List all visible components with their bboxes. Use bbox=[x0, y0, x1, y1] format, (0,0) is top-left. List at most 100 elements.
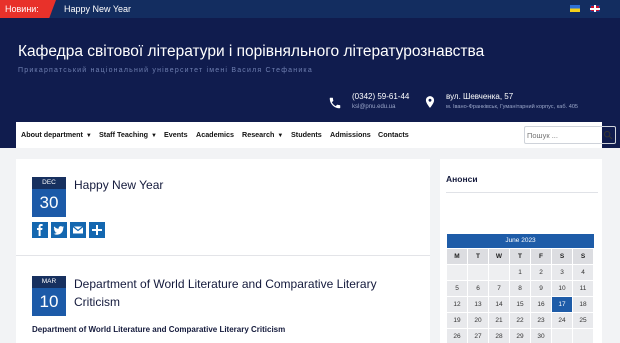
nav-item-research[interactable]: Research ▼ bbox=[242, 122, 283, 148]
calendar-day[interactable]: 16 bbox=[531, 297, 551, 312]
calendar-day[interactable]: 9 bbox=[531, 281, 551, 296]
calendar-weekday-row: M T W T F S S bbox=[447, 248, 594, 264]
calendar-day[interactable]: 6 bbox=[468, 281, 488, 296]
calendar-today[interactable]: 17 bbox=[552, 297, 572, 312]
nav-item-staff-teaching[interactable]: Staff Teaching ▼ bbox=[99, 122, 157, 148]
calendar-day[interactable]: 12 bbox=[447, 297, 467, 312]
main-content: DEC 30 Happy New Year MAR 10 Department … bbox=[16, 159, 430, 343]
full-address: м. Івано-Франківськ, Гуманітарний корпус… bbox=[446, 104, 579, 110]
nav-item-students[interactable]: Students bbox=[291, 122, 322, 148]
facebook-icon[interactable] bbox=[32, 222, 48, 238]
calendar-day[interactable]: 10 bbox=[552, 281, 572, 296]
calendar-day[interactable]: 25 bbox=[573, 313, 593, 328]
nav-item-about-department[interactable]: About department ▼ bbox=[21, 122, 92, 148]
post-item: DEC 30 Happy New Year bbox=[32, 177, 412, 267]
weekday-header: T bbox=[510, 249, 530, 264]
nav-label: Staff Teaching bbox=[99, 130, 148, 139]
post-day: 30 bbox=[39, 193, 59, 212]
ticker-label: Новини: bbox=[0, 0, 56, 18]
calendar-day[interactable]: 5 bbox=[447, 281, 467, 296]
nav-label: Academics bbox=[196, 130, 234, 139]
map-pin-icon bbox=[425, 96, 435, 108]
nav-label: About department bbox=[21, 130, 83, 139]
calendar-day[interactable]: 24 bbox=[552, 313, 572, 328]
calendar-week-row: 5 6 7 8 9 10 11 bbox=[447, 280, 594, 296]
nav-item-contacts[interactable]: Contacts bbox=[378, 122, 409, 148]
calendar-day[interactable]: 20 bbox=[468, 313, 488, 328]
nav-label: Admissions bbox=[330, 130, 371, 139]
nav-label: Students bbox=[291, 130, 322, 139]
chevron-down-icon: ▼ bbox=[151, 133, 157, 139]
calendar-day[interactable]: 3 bbox=[552, 265, 572, 280]
nav-item-academics[interactable]: Academics bbox=[196, 122, 234, 148]
nav-label: Events bbox=[164, 130, 188, 139]
post-excerpt: Department of World Literature and Compa… bbox=[32, 325, 286, 334]
ukrainian-flag-icon[interactable] bbox=[570, 5, 580, 12]
site-subtitle: Прикарпатський національний університет … bbox=[18, 67, 313, 74]
phone-icon bbox=[329, 97, 341, 109]
calendar-empty-cell bbox=[489, 265, 509, 280]
calendar-day[interactable]: 1 bbox=[510, 265, 530, 280]
calendar-week-row: 19 20 21 22 23 24 25 bbox=[447, 312, 594, 328]
site-title[interactable]: Кафедра світової літератури і порівняльн… bbox=[18, 43, 484, 61]
calendar-day[interactable]: 15 bbox=[510, 297, 530, 312]
calendar-day[interactable]: 2 bbox=[531, 265, 551, 280]
calendar-body: 1 2 3 4 5 6 7 8 9 10 11 12 13 14 15 16 17 18 19 20 21 22 23 24 2… bbox=[447, 264, 594, 343]
calendar-day[interactable]: 23 bbox=[531, 313, 551, 328]
calendar-week-row: 12 13 14 15 16 17 18 bbox=[447, 296, 594, 312]
calendar-day[interactable]: 27 bbox=[468, 329, 488, 343]
post-month: DEC bbox=[32, 177, 66, 189]
calendar-day[interactable]: 13 bbox=[468, 297, 488, 312]
weekday-header: T bbox=[468, 249, 488, 264]
calendar-day[interactable]: 18 bbox=[573, 297, 593, 312]
email-icon[interactable] bbox=[70, 222, 86, 238]
calendar-day[interactable]: 29 bbox=[510, 329, 530, 343]
calendar-day[interactable]: 14 bbox=[489, 297, 509, 312]
widget-title: Анонси bbox=[446, 174, 478, 184]
calendar-day[interactable]: 4 bbox=[573, 265, 593, 280]
calendar-day[interactable]: 8 bbox=[510, 281, 530, 296]
nav-label: Contacts bbox=[378, 130, 409, 139]
ticker-headline-link[interactable]: Happy New Year bbox=[64, 0, 131, 18]
calendar-day[interactable]: 11 bbox=[573, 281, 593, 296]
widget-divider bbox=[446, 192, 598, 193]
post-title[interactable]: Happy New Year bbox=[74, 178, 163, 192]
calendar-empty-cell bbox=[552, 329, 572, 343]
nav-label: Research bbox=[242, 130, 275, 139]
nav-item-events[interactable]: Events bbox=[164, 122, 188, 148]
calendar-week-row: 26 27 28 29 30 bbox=[447, 328, 594, 343]
calendar-day[interactable]: 22 bbox=[510, 313, 530, 328]
calendar-empty-cell bbox=[447, 265, 467, 280]
post-date-badge: DEC 30 bbox=[32, 177, 66, 217]
main-nav: About department ▼ Staff Teaching ▼ Events… bbox=[16, 122, 616, 148]
calendar-empty-cell bbox=[573, 329, 593, 343]
post-divider bbox=[16, 255, 430, 256]
weekday-header: S bbox=[573, 249, 593, 264]
english-flag-icon[interactable] bbox=[590, 5, 600, 12]
email-link[interactable]: ksl@pnu.edu.ua bbox=[352, 104, 395, 110]
search-icon[interactable] bbox=[603, 130, 613, 140]
search-box bbox=[524, 126, 616, 144]
calendar-day[interactable]: 19 bbox=[447, 313, 467, 328]
phone-number: (0342) 59-61-44 bbox=[352, 92, 410, 101]
twitter-icon[interactable] bbox=[51, 222, 67, 238]
share-buttons bbox=[32, 222, 124, 238]
weekday-header: S bbox=[552, 249, 572, 264]
weekday-header: W bbox=[489, 249, 509, 264]
calendar-day[interactable]: 30 bbox=[531, 329, 551, 343]
calendar-day[interactable]: 26 bbox=[447, 329, 467, 343]
sidebar: Анонси June 2023 M T W T F S S 123456789… bbox=[440, 159, 602, 343]
post-date-badge: MAR 10 bbox=[32, 276, 66, 316]
calendar-day[interactable]: 21 bbox=[489, 313, 509, 328]
nav-item-admissions[interactable]: Admissions bbox=[330, 122, 371, 148]
post-month: MAR bbox=[32, 276, 66, 288]
calendar-day[interactable]: 7 bbox=[489, 281, 509, 296]
news-ticker: Новини: Happy New Year bbox=[0, 0, 620, 18]
share-plus-icon[interactable] bbox=[89, 222, 105, 238]
calendar-day[interactable]: 28 bbox=[489, 329, 509, 343]
post-title-line-2[interactable]: Criticism bbox=[74, 295, 120, 309]
post-title-line-1[interactable]: Department of World Literature and Compa… bbox=[74, 277, 377, 291]
calendar-grid: M T W T F S S 1 2 3 4 5 6 7 8 9 10 11 12 13 14 15 16 17 1… bbox=[447, 248, 594, 343]
weekday-header: M bbox=[447, 249, 467, 264]
search-input[interactable] bbox=[527, 128, 599, 142]
